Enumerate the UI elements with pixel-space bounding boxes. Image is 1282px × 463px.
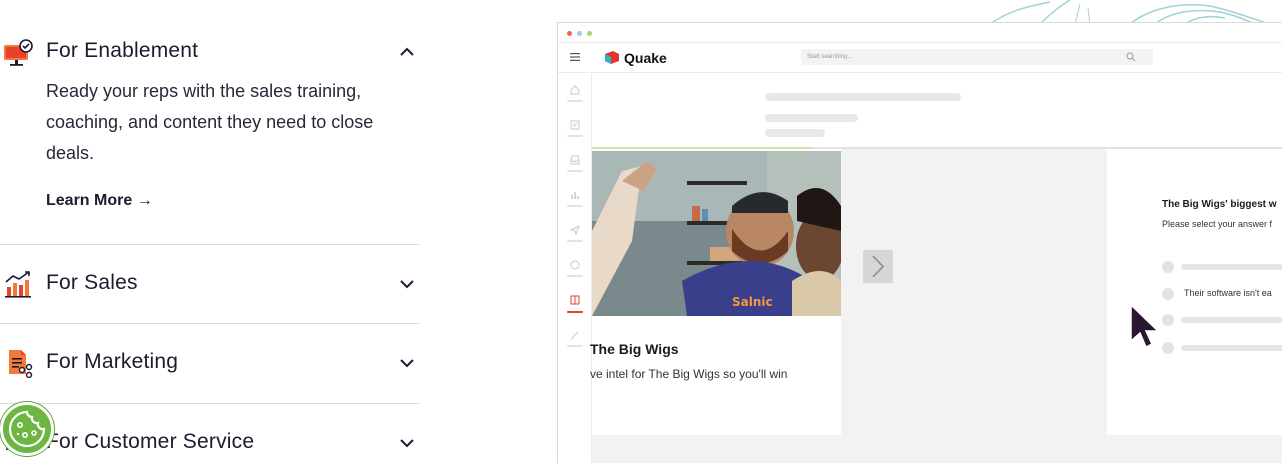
accordion-header-marketing[interactable]: For Marketing (0, 346, 420, 380)
next-slide-button[interactable] (863, 250, 893, 283)
answer-placeholder (1181, 345, 1282, 351)
window-close-dot (567, 31, 572, 36)
skeleton-line (765, 114, 858, 122)
sidebar-active-indicator (567, 311, 583, 313)
chevron-right-icon (872, 255, 885, 278)
answer-radio[interactable] (1162, 261, 1174, 273)
skeleton-line (765, 93, 961, 101)
window-titlebar (558, 23, 1282, 43)
decorative-contour-pattern (989, 0, 1271, 24)
window-minimize-dot (577, 31, 582, 36)
accordion-header-enablement[interactable]: For Enablement (0, 35, 420, 69)
accordion-item-marketing: For Marketing (0, 324, 420, 404)
monitor-check-icon (4, 39, 33, 66)
app-mockup-window: Quake Start searching... Salnic The Big … (557, 22, 1282, 463)
quake-logo-icon (605, 51, 619, 64)
svg-text:Salnic: Salnic (732, 295, 773, 309)
brand-name: Quake (624, 50, 667, 66)
edit-icon[interactable] (569, 329, 581, 341)
answer-radio[interactable] (1162, 288, 1174, 300)
accordion-item-enablement: For Enablement Ready your reps with the … (0, 0, 420, 245)
accordion-item-sales: For Sales (0, 245, 420, 324)
notes-icon[interactable] (569, 119, 581, 131)
chevron-up-icon[interactable] (398, 43, 416, 61)
sidebar-divider (567, 100, 583, 102)
home-icon[interactable] (569, 84, 581, 96)
card-description: ve intel for The Big Wigs so you'll win (590, 367, 788, 381)
book-icon[interactable] (569, 294, 581, 306)
search-icon[interactable] (1126, 52, 1136, 62)
accordion-description-enablement: Ready your reps with the sales training,… (46, 81, 374, 163)
accordion-title-marketing: For Marketing (46, 350, 179, 373)
inbox-icon[interactable] (569, 154, 581, 166)
hamburger-menu-icon[interactable] (570, 53, 580, 61)
growth-chart-icon (5, 271, 31, 298)
document-share-icon (9, 350, 33, 378)
learn-more-link[interactable]: Learn More → (46, 192, 153, 210)
chevron-down-icon[interactable] (398, 434, 416, 452)
accordion-title-sales: For Sales (46, 271, 138, 294)
answer-placeholder (1181, 317, 1282, 323)
mouse-pointer-icon (1130, 303, 1160, 349)
sidebar-divider (567, 170, 583, 172)
quiz-panel: The Big Wigs' biggest w Please select yo… (1107, 149, 1282, 435)
accordion-title-customer-service: For Customer Service (46, 430, 255, 453)
accordion-title-enablement: For Enablement (46, 39, 199, 62)
card-title: The Big Wigs (590, 341, 679, 357)
search-input[interactable]: Start searching... (801, 49, 1153, 65)
cookie-icon (8, 410, 46, 448)
sidebar-divider (567, 345, 583, 347)
quiz-instruction: Please select your answer f (1162, 219, 1273, 229)
use-case-accordion: For Enablement Ready your reps with the … (0, 0, 420, 463)
analytics-icon[interactable] (569, 189, 581, 201)
accordion-header-customer-service[interactable]: For Customer Service (0, 426, 420, 460)
accordion-header-sales[interactable]: For Sales (0, 267, 420, 301)
chevron-down-icon[interactable] (398, 275, 416, 293)
answer-option-text: Their software isn't ea (1184, 288, 1272, 298)
cookie-settings-button[interactable] (0, 402, 54, 456)
answer-radio[interactable] (1162, 314, 1174, 326)
lesson-card[interactable]: Salnic The Big Wigs ve intel for The Big… (590, 149, 841, 435)
window-maximize-dot (587, 31, 592, 36)
accordion-item-customer-service: For Customer Service (0, 404, 420, 463)
chat-icon[interactable] (569, 259, 581, 271)
quiz-question-title: The Big Wigs' biggest w (1162, 199, 1277, 210)
team-high-five-photo: Salnic (592, 151, 841, 316)
sidebar-divider (567, 275, 583, 277)
skeleton-line (765, 129, 825, 137)
app-sidebar (558, 74, 592, 463)
sidebar-divider (567, 135, 583, 137)
sidebar-divider (567, 205, 583, 207)
send-icon[interactable] (569, 224, 581, 236)
answer-radio[interactable] (1162, 342, 1174, 354)
sidebar-divider (567, 240, 583, 242)
app-header: Quake Start searching... (558, 43, 1282, 73)
answer-placeholder (1181, 264, 1282, 270)
chevron-down-icon[interactable] (398, 354, 416, 372)
content-stage: Salnic The Big Wigs ve intel for The Big… (590, 149, 1282, 463)
